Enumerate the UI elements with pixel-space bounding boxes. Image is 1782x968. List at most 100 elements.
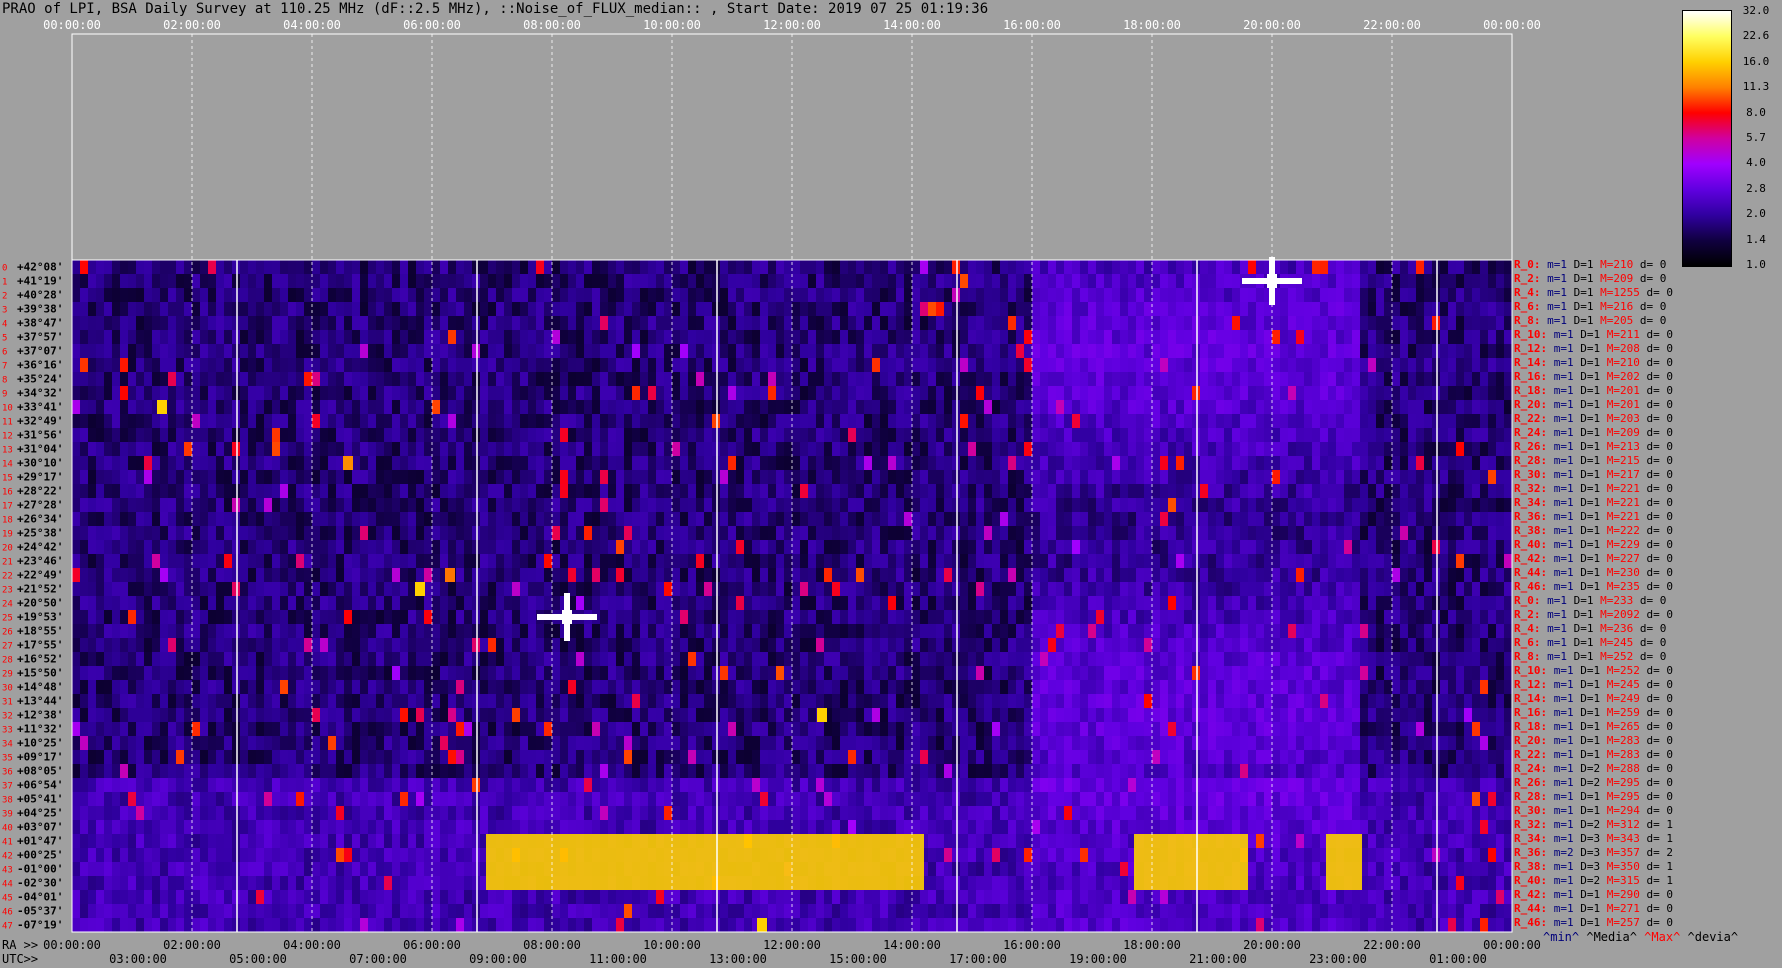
beam-stats-row: R_20: m=1 D=1 M=283 d= 0	[1514, 734, 1673, 748]
beam-stats-m: m=1	[1553, 328, 1581, 341]
beam-stats-d: D=1	[1580, 440, 1607, 453]
beam-stats-M: M=213	[1606, 440, 1647, 453]
beam-stats-d: D=1	[1573, 286, 1601, 299]
beam-stats-row: R_8: m=1 D=1 M=205 d= 0	[1514, 314, 1666, 328]
ra-tick-label-2: 04:00:00	[283, 938, 341, 952]
top-tick-label-9: 18:00:00	[1123, 18, 1181, 32]
beam-stats-M: M=343	[1606, 832, 1647, 845]
declination-label-30: +14°48'	[17, 681, 63, 694]
beam-stats-M: M=227	[1606, 552, 1647, 565]
beam-stats-M: M=290	[1606, 888, 1647, 901]
beam-stats-d: D=1	[1580, 748, 1607, 761]
beam-number-32: 32	[2, 712, 13, 722]
beam-stats-k: R_40:	[1514, 874, 1554, 887]
beam-number-19: 19	[2, 530, 13, 540]
beam-number-31: 31	[2, 698, 13, 708]
beam-stats-M: M=350	[1606, 860, 1647, 873]
beam-stats-d: D=1	[1580, 342, 1607, 355]
declination-label-5: +37°57'	[17, 331, 63, 344]
colorbar-tick-7: 2.8	[1746, 181, 1766, 195]
beam-stats-row: R_12: m=1 D=1 M=245 d= 0	[1514, 678, 1673, 692]
beam-stats-M: M=312	[1606, 818, 1647, 831]
beam-number-27: 27	[2, 642, 13, 652]
beam-number-6: 6	[2, 348, 7, 358]
beam-stats-row: R_26: m=1 D=1 M=213 d= 0	[1514, 440, 1673, 454]
beam-stats-k: R_14:	[1514, 356, 1554, 369]
beam-stats-z: d= 0	[1646, 608, 1673, 621]
colorbar-tick-0: 32.0	[1742, 4, 1770, 17]
beam-stats-k: R_44:	[1514, 566, 1554, 579]
beam-stats-row: R_40: m=1 D=1 M=229 d= 0	[1514, 538, 1673, 552]
beam-number-34: 34	[2, 740, 13, 750]
beam-stats-z: d= 0	[1639, 300, 1667, 313]
beam-stats-m: m=1	[1553, 566, 1581, 579]
beam-stats-row: R_40: m=1 D=2 M=315 d= 1	[1514, 874, 1673, 888]
ra-tick-label-0: 00:00:00	[43, 938, 101, 952]
beam-stats-d: D=2	[1580, 776, 1607, 789]
beam-stats-row: R_16: m=1 D=1 M=202 d= 0	[1514, 370, 1673, 384]
declination-label-1: +41°19'	[17, 275, 63, 288]
beam-stats-k: R_2:	[1514, 608, 1548, 621]
beam-stats-z: d= 0	[1646, 426, 1674, 439]
beam-stats-row: R_42: m=1 D=1 M=227 d= 0	[1514, 552, 1673, 566]
beam-stats-z: d= 0	[1639, 258, 1667, 271]
beam-stats-row: R_42: m=1 D=1 M=290 d= 0	[1514, 888, 1673, 902]
declination-label-34: +10°25'	[17, 737, 63, 750]
beam-stats-row: R_6: m=1 D=1 M=216 d= 0	[1514, 300, 1666, 314]
beam-stats-M: M=295	[1606, 790, 1647, 803]
beam-stats-d: D=1	[1580, 566, 1607, 579]
beam-stats-m: m=1	[1553, 440, 1581, 453]
top-tick-label-5: 10:00:00	[643, 18, 701, 32]
declination-label-0: +42°08'	[17, 261, 63, 274]
beam-number-44: 44	[2, 880, 13, 890]
ra-tick-label-1: 02:00:00	[163, 938, 221, 952]
ra-tick-label-7: 14:00:00	[883, 938, 941, 952]
beam-stats-M: M=288	[1606, 762, 1647, 775]
beam-number-40: 40	[2, 824, 13, 834]
beam-stats-z: d= 0	[1646, 902, 1674, 915]
beam-stats-z: d= 0	[1646, 538, 1674, 551]
beam-stats-d: D=3	[1580, 846, 1607, 859]
beam-stats-row: R_28: m=1 D=1 M=215 d= 0	[1514, 454, 1673, 468]
declination-label-12: +31°56'	[17, 429, 63, 442]
beam-stats-row: R_28: m=1 D=1 M=295 d= 0	[1514, 790, 1673, 804]
beam-stats-z: d= 0	[1639, 272, 1667, 285]
beam-stats-k: R_8:	[1514, 650, 1548, 663]
source-7	[757, 918, 767, 932]
source-4	[157, 400, 167, 414]
colorbar-tick-8: 2.0	[1746, 207, 1766, 221]
beam-stats-z: d= 0	[1646, 370, 1674, 383]
beam-stats-M: M=249	[1606, 692, 1647, 705]
beam-number-9: 9	[2, 390, 7, 400]
beam-stats-M: M=245	[1606, 678, 1647, 691]
beam-stats-row: R_4: m=1 D=1 M=1255 d= 0	[1514, 286, 1673, 300]
beam-stats-m: m=1	[1553, 734, 1581, 747]
beam-stats-d: D=1	[1580, 552, 1607, 565]
beam-stats-M: M=283	[1606, 748, 1647, 761]
beam-number-16: 16	[2, 488, 13, 498]
beam-stats-z: d= 0	[1646, 356, 1674, 369]
beam-stats-d: D=1	[1580, 454, 1607, 467]
declination-label-29: +15°50'	[17, 667, 63, 680]
beam-stats-row: R_44: m=1 D=1 M=271 d= 0	[1514, 902, 1673, 916]
beam-stats-row: R_24: m=1 D=1 M=209 d= 0	[1514, 426, 1673, 440]
declination-label-47: -07°19'	[17, 919, 63, 932]
utc-tick-label-9: 21:00:00	[1189, 952, 1247, 966]
beam-stats-M: M=245	[1600, 636, 1640, 649]
legend-max: ^Max^	[1644, 930, 1681, 944]
beam-stats-d: D=1	[1580, 370, 1607, 383]
beam-stats-row: R_14: m=1 D=1 M=249 d= 0	[1514, 692, 1673, 706]
beam-number-3: 3	[2, 306, 7, 316]
beam-stats-row: R_0: m=1 D=1 M=233 d= 0	[1514, 594, 1666, 608]
beam-stats-k: R_46:	[1514, 580, 1554, 593]
declination-label-46: -05°37'	[17, 905, 63, 918]
beam-number-4: 4	[2, 320, 7, 330]
beam-stats-m: m=1	[1553, 426, 1581, 439]
beam-stats-m: m=1	[1553, 860, 1581, 873]
beam-stats-z: d= 0	[1646, 692, 1674, 705]
beam-stats-k: R_36:	[1514, 510, 1554, 523]
beam-stats-m: m=1	[1553, 454, 1581, 467]
beam-stats-k: R_4:	[1514, 622, 1548, 635]
beam-stats-k: R_6:	[1514, 636, 1548, 649]
beam-stats-k: R_36:	[1514, 846, 1554, 859]
